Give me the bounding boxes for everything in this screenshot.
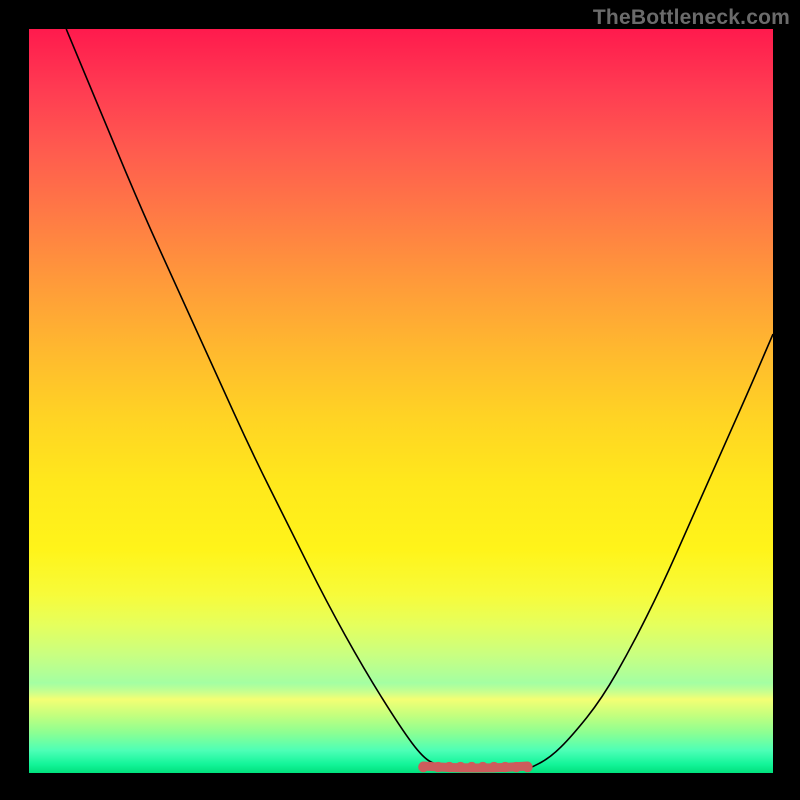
trough-marker: [419, 763, 428, 772]
trough-marker: [467, 763, 476, 772]
trough-marker: [490, 763, 499, 772]
trough-marker: [445, 763, 454, 772]
trough-marker: [501, 763, 510, 772]
watermark-text: TheBottleneck.com: [593, 6, 790, 30]
trough-marker: [456, 763, 465, 772]
chart-container: TheBottleneck.com: [0, 0, 800, 800]
trough-marker: [478, 763, 487, 772]
trough-marker: [523, 763, 532, 772]
trough-marker: [434, 763, 443, 772]
trough-marker: [512, 763, 521, 772]
bottleneck-curve: [29, 29, 773, 773]
